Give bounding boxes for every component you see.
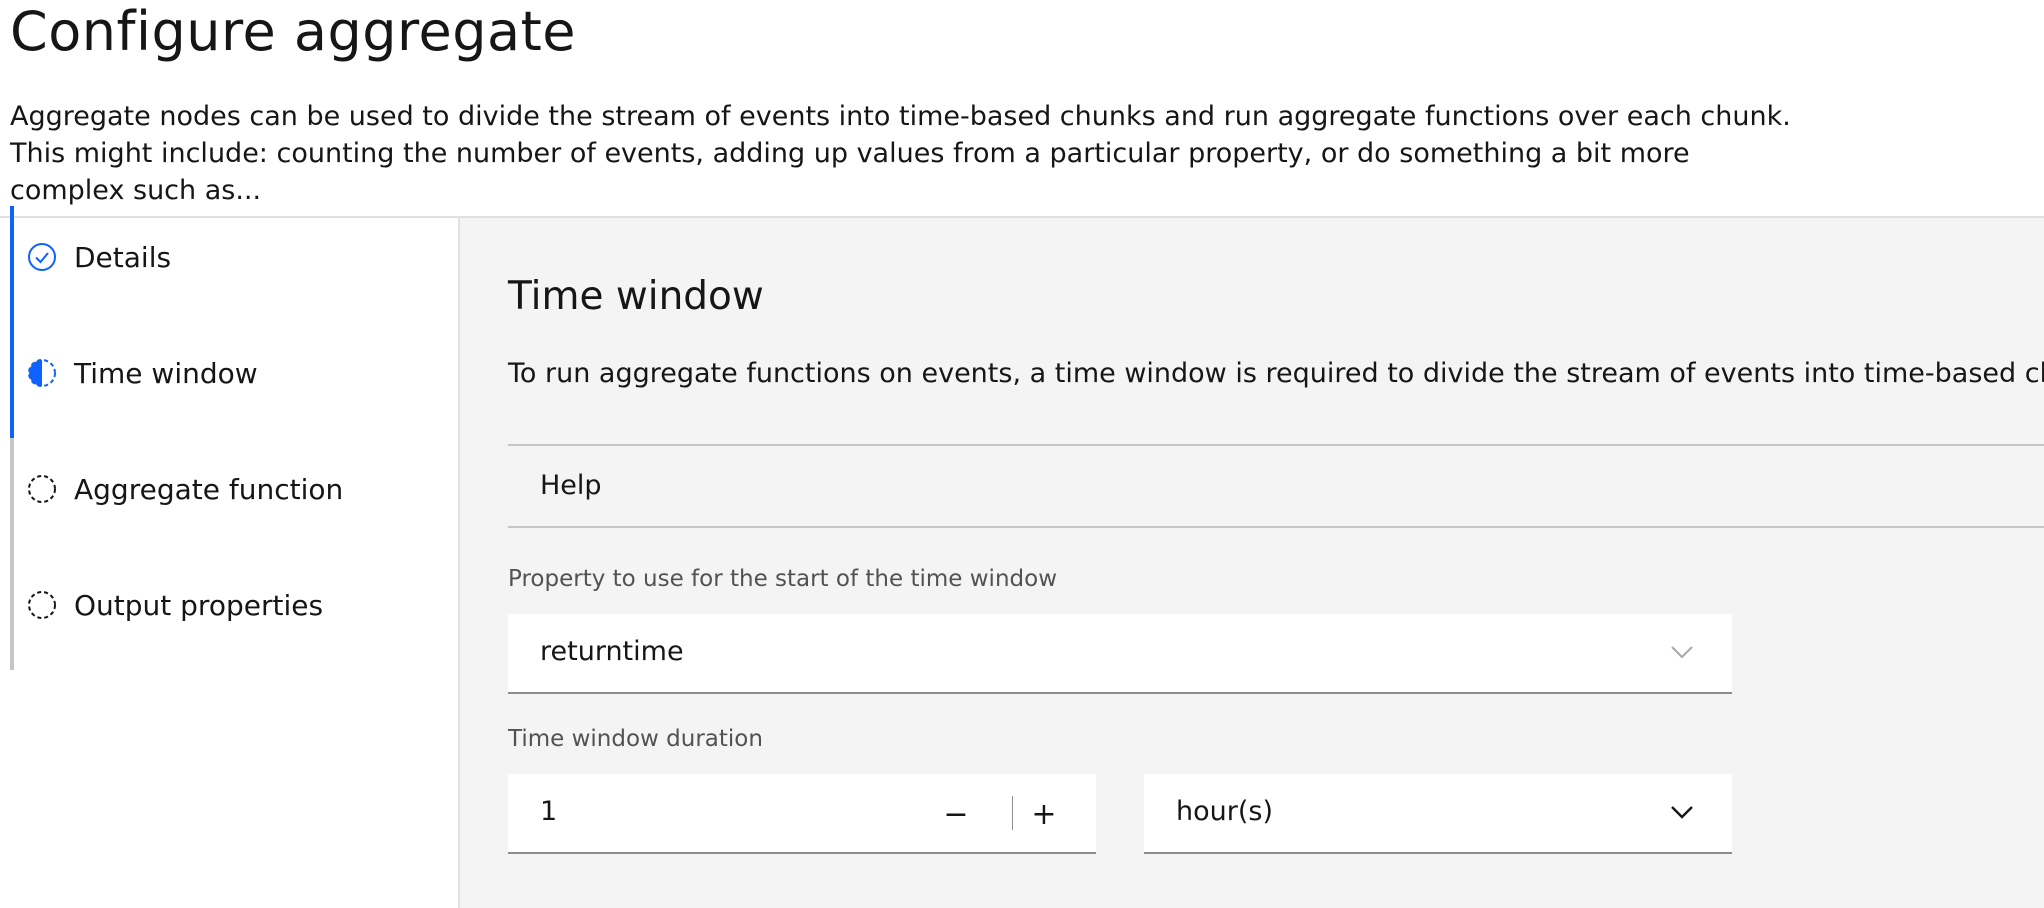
- decrement-button[interactable]: −: [934, 792, 978, 836]
- help-accordion[interactable]: Help: [508, 444, 2044, 528]
- duration-unit-value: hour(s): [1176, 796, 1273, 827]
- half-circle-icon: [28, 359, 56, 387]
- step-details[interactable]: Details: [10, 206, 450, 322]
- step-label-output-properties: Output properties: [74, 589, 324, 622]
- increment-button[interactable]: +: [1022, 792, 1066, 836]
- step-bar: [10, 438, 14, 554]
- stepper-divider: [1012, 796, 1013, 830]
- step-label-time-window: Time window: [74, 357, 258, 390]
- duration-unit-dropdown[interactable]: hour(s): [1144, 774, 1732, 854]
- step-label-aggregate-function: Aggregate function: [74, 473, 344, 506]
- start-property-value: returntime: [540, 636, 684, 667]
- dashed-circle-icon: [28, 475, 56, 503]
- step-bar: [10, 554, 14, 670]
- start-property-dropdown[interactable]: returntime: [508, 614, 1732, 694]
- time-window-panel: Time window To run aggregate functions o…: [460, 218, 2044, 908]
- step-bar: [10, 206, 14, 322]
- progress-nav: Details Time window Aggregate function O…: [0, 206, 458, 908]
- duration-number-input[interactable]: 1 − +: [508, 774, 1096, 854]
- help-label: Help: [540, 470, 602, 501]
- dashed-circle-icon: [28, 591, 56, 619]
- chevron-down-icon: [1671, 646, 1693, 659]
- section-title: Time window: [508, 274, 764, 319]
- duration-value: 1: [540, 796, 558, 827]
- section-description: To run aggregate functions on events, a …: [508, 358, 2044, 389]
- chevron-down-icon: [1671, 806, 1693, 819]
- duration-label: Time window duration: [508, 726, 763, 752]
- step-time-window[interactable]: Time window: [10, 322, 450, 438]
- step-label-details: Details: [74, 241, 172, 274]
- step-aggregate-function[interactable]: Aggregate function: [10, 438, 450, 554]
- step-output-properties[interactable]: Output properties: [10, 554, 450, 670]
- start-property-label: Property to use for the start of the tim…: [508, 566, 1058, 592]
- checkmark-circle-icon: [28, 243, 56, 271]
- step-bar: [10, 322, 14, 438]
- page-description: Aggregate nodes can be used to divide th…: [10, 101, 1791, 206]
- page-title: Configure aggregate: [10, 0, 577, 63]
